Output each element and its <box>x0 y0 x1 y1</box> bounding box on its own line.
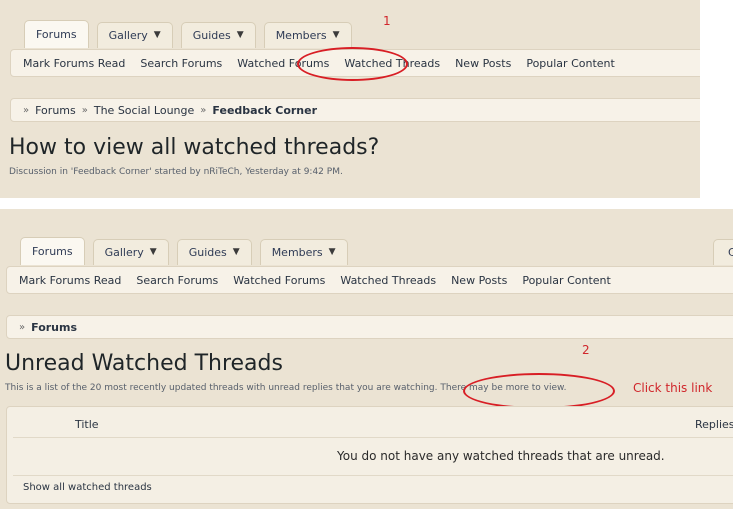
page-title: How to view all watched threads? <box>9 135 380 160</box>
subnav-new-posts[interactable]: New Posts <box>455 57 511 70</box>
table-footer: Show all watched threads <box>13 475 733 499</box>
tab-label: Members <box>275 29 327 42</box>
thread-meta: Discussion in 'Feedback Corner' started … <box>9 167 343 177</box>
chevron-down-icon: ▼ <box>153 29 161 40</box>
tab-forums[interactable]: Forums <box>24 20 89 48</box>
double-chevron-right-icon: » <box>19 321 26 333</box>
chevron-down-icon: ▼ <box>232 246 240 257</box>
tab-guides[interactable]: Guides ▼ <box>180 22 256 48</box>
show-all-watched-threads-link[interactable]: Show all watched threads <box>23 482 152 493</box>
subnav-mark-forums-read[interactable]: Mark Forums Read <box>23 57 125 70</box>
forums-subnav: Mark Forums Read Search Forums Watched F… <box>6 266 733 294</box>
double-chevron-right-icon: » <box>81 104 88 116</box>
tab-cut-off[interactable]: C <box>713 239 733 265</box>
description-text: This is a list of the 20 most recently u… <box>5 383 438 393</box>
chevron-down-icon: ▼ <box>332 29 340 40</box>
breadcrumb: » Forums <box>6 315 733 339</box>
tab-guides[interactable]: Guides ▼ <box>176 239 252 265</box>
chevron-down-icon: ▼ <box>149 246 157 257</box>
tab-label: Forums <box>36 28 77 41</box>
tab-label: Forums <box>32 245 73 258</box>
subnav-search-forums[interactable]: Search Forums <box>140 57 222 70</box>
page-title: Unread Watched Threads <box>5 351 283 376</box>
empty-state-message: You do not have any watched threads that… <box>337 449 665 463</box>
subnav-search-forums[interactable]: Search Forums <box>136 274 218 287</box>
breadcrumb-social-lounge[interactable]: The Social Lounge <box>94 104 194 117</box>
breadcrumb-forums[interactable]: Forums <box>31 321 77 334</box>
tab-label: Gallery <box>104 246 144 259</box>
tab-label: Gallery <box>108 29 148 42</box>
breadcrumb-feedback-corner[interactable]: Feedback Corner <box>212 104 317 117</box>
subnav-new-posts[interactable]: New Posts <box>451 274 507 287</box>
chevron-down-icon: ▼ <box>328 246 336 257</box>
breadcrumb-forums[interactable]: Forums <box>35 104 76 117</box>
subnav-watched-threads[interactable]: Watched Threads <box>340 274 436 287</box>
tab-label: Guides <box>192 29 231 42</box>
tab-label: Members <box>271 246 323 259</box>
tab-members[interactable]: Members ▼ <box>263 22 352 48</box>
bottom-screenshot-panel: Forums Gallery ▼ Guides ▼ Members ▼ C Mark … <box>0 209 733 509</box>
double-chevron-right-icon: » <box>23 104 30 116</box>
breadcrumb: » Forums » The Social Lounge » Feedback … <box>10 98 700 122</box>
tab-forums[interactable]: Forums <box>20 237 85 265</box>
top-screenshot-panel: Forums Gallery ▼ Guides ▼ Members ▼ 1 Mark … <box>0 0 700 198</box>
column-header-title[interactable]: Title <box>75 418 99 431</box>
subnav-popular-content[interactable]: Popular Content <box>526 57 615 70</box>
subnav-watched-forums[interactable]: Watched Forums <box>233 274 325 287</box>
annotation-text: Click this link <box>633 381 713 395</box>
annotation-number: 2 <box>582 343 590 357</box>
tab-label: Guides <box>188 246 227 259</box>
double-chevron-right-icon: » <box>200 104 207 116</box>
tab-gallery[interactable]: Gallery ▼ <box>92 239 169 265</box>
annotation-number: 1 <box>383 14 391 28</box>
chevron-down-icon: ▼ <box>236 29 244 40</box>
main-nav-tabs: Forums Gallery ▼ Guides ▼ Members ▼ <box>24 20 352 48</box>
main-nav-tabs: Forums Gallery ▼ Guides ▼ Members ▼ <box>20 237 348 265</box>
tab-label: C <box>728 246 733 259</box>
tab-members[interactable]: Members ▼ <box>259 239 348 265</box>
watched-threads-table: Title Replies You do not have any watche… <box>6 406 733 504</box>
subnav-popular-content[interactable]: Popular Content <box>522 274 611 287</box>
subnav-mark-forums-read[interactable]: Mark Forums Read <box>19 274 121 287</box>
annotation-highlight-ring <box>463 373 615 409</box>
annotation-highlight-ring <box>297 47 408 81</box>
table-header: Title Replies <box>13 410 733 438</box>
tab-gallery[interactable]: Gallery ▼ <box>96 22 173 48</box>
column-header-replies[interactable]: Replies <box>695 418 733 431</box>
